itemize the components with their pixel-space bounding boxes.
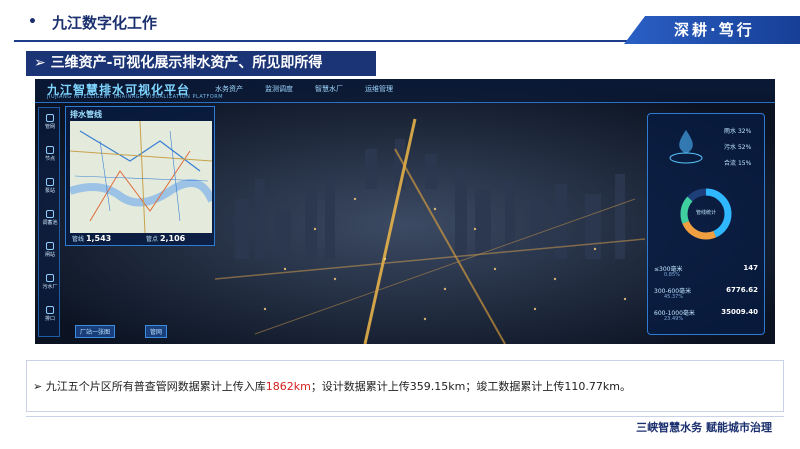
- platform-sidebar: 管网 节点 泵站 调蓄池 闸站 污水厂 排口: [38, 107, 60, 337]
- section-title: 三维资产-可视化展示排水资产、所见即所得: [50, 55, 323, 71]
- caption-highlight-value: 1862km: [265, 380, 311, 393]
- section-heading: ➢ 三维资产-可视化展示排水资产、所见即所得: [26, 51, 376, 76]
- stat-value: 2,106: [159, 234, 186, 243]
- caption-text-before: 九江五个片区所有普查管网数据累计上传入库: [45, 380, 266, 393]
- plant-icon: [46, 274, 54, 282]
- caption-bullet: ➢: [33, 380, 43, 393]
- row-percent: 0.85%: [664, 272, 680, 278]
- stat-label: 污水: [724, 144, 737, 151]
- sidebar-item-pipes[interactable]: 管网: [39, 114, 61, 130]
- sidebar-label: 排口: [44, 316, 55, 322]
- section-arrow-icon: ➢: [34, 55, 46, 71]
- pipeline-map-panel: 排水管线 管线 1,543 管点 2,106: [65, 106, 215, 246]
- sidebar-item-outlet[interactable]: 排口: [39, 306, 61, 322]
- row-percent: 45.37%: [664, 294, 684, 300]
- node-icon: [46, 146, 54, 154]
- outlet-icon: [46, 306, 54, 314]
- page-title: 九江数字化工作: [52, 14, 158, 32]
- caption-text: ➢ 九江五个片区所有普查管网数据累计上传入库1862km；设计数据累计上传359…: [33, 378, 631, 394]
- stat-value: 15%: [737, 160, 752, 167]
- stat-value: 52%: [737, 144, 752, 151]
- stat-label: 合流: [724, 160, 737, 167]
- nav-item-operations[interactable]: 运维管理: [365, 84, 393, 94]
- map-panel-title: 排水管线: [70, 110, 102, 119]
- nav-item-plant[interactable]: 智慧水厂: [315, 84, 343, 94]
- gate-icon: [46, 242, 54, 250]
- row-value: 147: [743, 264, 758, 272]
- chip-network[interactable]: 管网: [145, 325, 168, 338]
- sidebar-label: 调蓄池: [42, 220, 58, 226]
- pipe-size-row: 300-600毫米 6776.62 45.37%: [654, 286, 762, 300]
- header-bullet: •: [28, 14, 37, 30]
- footer-divider: [26, 416, 784, 417]
- donut-center-label: 管线统计: [695, 210, 716, 216]
- stat-label: 雨水: [724, 128, 737, 135]
- statistics-panel: 雨水 32% 污水 52% 合流 15% 管线统计 ≤300毫米 147 0.85%…: [647, 113, 765, 335]
- stat-label: 管点: [146, 236, 159, 243]
- caption-text-after: ；设计数据累计上传359.15km；竣工数据累计上传110.77km。: [310, 380, 631, 393]
- slide-header: • 九江数字化工作 深耕·笃行: [0, 0, 800, 46]
- sidebar-item-storage[interactable]: 调蓄池: [39, 210, 61, 226]
- sidebar-item-sewage-plant[interactable]: 污水厂: [39, 274, 61, 290]
- nav-item-assets[interactable]: 水务资产: [215, 84, 243, 94]
- stat-value: 1,543: [85, 234, 112, 243]
- stat-value: 32%: [737, 128, 752, 135]
- header-slogan-tag: 深耕·笃行: [624, 16, 800, 44]
- stat-rain: 雨水 32%: [724, 126, 751, 135]
- water-drop-icon: [669, 130, 703, 164]
- nav-item-monitoring[interactable]: 监测调度: [265, 84, 293, 94]
- platform-subtitle: JIUJIANG INTELLIGENT DRAINAGE VISUALIZAT…: [47, 94, 224, 100]
- row-value: 6776.62: [726, 286, 758, 294]
- platform-topbar: 九江智慧排水可视化平台 JIUJIANG INTELLIGENT DRAINAG…: [35, 79, 775, 103]
- chip-plant-map[interactable]: 厂站一张图: [75, 325, 116, 338]
- storage-icon: [46, 210, 54, 218]
- map-stat-lines: 管线 1,543: [72, 234, 111, 243]
- pipe-size-row: ≤300毫米 147 0.85%: [654, 264, 762, 278]
- pump-icon: [46, 178, 54, 186]
- pipe-size-row: 600-1000毫米 35009.40 23.49%: [654, 308, 762, 322]
- map-stat-points: 管点 2,106: [146, 234, 185, 243]
- stat-combined: 合流 15%: [724, 158, 751, 167]
- header-divider: [14, 40, 634, 42]
- row-value: 35009.40: [721, 308, 758, 316]
- stat-sewage: 污水 52%: [724, 142, 751, 151]
- footer-slogan: 三峡智慧水务 赋能城市治理: [636, 421, 772, 434]
- pipe-icon: [46, 114, 54, 122]
- sidebar-label: 管网: [44, 124, 55, 130]
- row-percent: 23.49%: [664, 316, 684, 322]
- sidebar-label: 泵站: [44, 188, 55, 194]
- stat-label: 管线: [72, 236, 85, 243]
- caption-box: ➢ 九江五个片区所有普查管网数据累计上传入库1862km；设计数据累计上传359…: [26, 360, 784, 412]
- platform-screenshot: 九江智慧排水可视化平台 JIUJIANG INTELLIGENT DRAINAG…: [35, 79, 775, 344]
- sidebar-label: 节点: [44, 156, 55, 162]
- sidebar-item-gate[interactable]: 闸站: [39, 242, 61, 258]
- sidebar-label: 闸站: [44, 252, 55, 258]
- sidebar-item-nodes[interactable]: 节点: [39, 146, 61, 162]
- sidebar-item-pump[interactable]: 泵站: [39, 178, 61, 194]
- sidebar-label: 污水厂: [42, 284, 58, 290]
- pipeline-map[interactable]: [70, 121, 212, 233]
